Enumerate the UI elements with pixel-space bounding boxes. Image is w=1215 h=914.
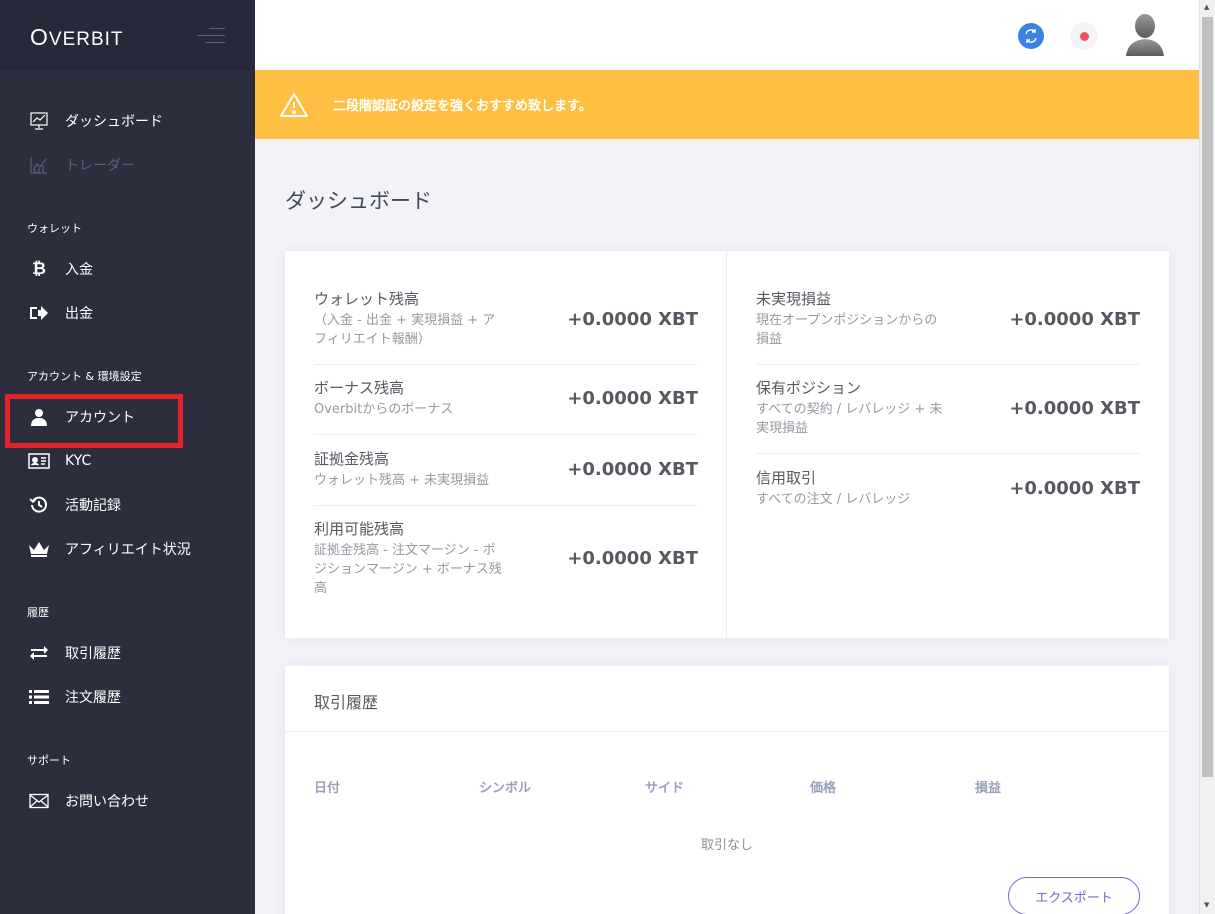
stat-available-balance: 利用可能残高 証拠金残高 - 注文マージン - ポジションマージン + ボーナス… bbox=[314, 518, 504, 598]
stat-wallet-balance: ウォレット残高 （入金 - 出金 + 実現損益 + アフィリエイト報酬） bbox=[314, 288, 504, 349]
stat-label: 信用取引 bbox=[756, 469, 817, 487]
stat-description: 現在オープンポジションからの損益 bbox=[756, 313, 938, 347]
sidebar-section-support: サポート bbox=[27, 754, 71, 767]
highlight-box bbox=[5, 394, 183, 448]
list-icon bbox=[28, 686, 50, 708]
sidebar-item-activity[interactable]: 活動記録 bbox=[0, 483, 255, 527]
stat-label: ウォレット残高 bbox=[314, 290, 420, 308]
warning-icon bbox=[280, 92, 308, 118]
sidebar-item-withdraw[interactable]: 出金 bbox=[0, 291, 255, 335]
stat-label: 証拠金残高 bbox=[314, 450, 390, 468]
stat-value: +0.0000 XBT bbox=[1009, 309, 1140, 330]
column-header-price[interactable]: 価格 bbox=[810, 777, 836, 796]
sidebar-section-history: 履歴 bbox=[27, 606, 49, 619]
sidebar-item-order-history[interactable]: 注文履歴 bbox=[0, 675, 255, 719]
envelope-icon bbox=[28, 790, 50, 812]
chart-board-icon bbox=[28, 110, 50, 132]
stat-value: +0.0000 XBT bbox=[567, 459, 698, 480]
sidebar-section-wallet: ウォレット bbox=[27, 222, 82, 235]
sidebar-item-label: トレーダー bbox=[65, 158, 135, 174]
stat-label: 未実現損益 bbox=[756, 290, 832, 308]
stat-description: Overbitからのボーナス bbox=[314, 402, 454, 417]
notification-button[interactable] bbox=[1070, 22, 1098, 50]
stat-description: 証拠金残高 - 注文マージン - ポジションマージン + ボーナス残高 bbox=[314, 543, 502, 596]
avatar[interactable] bbox=[1124, 12, 1166, 56]
two-factor-alert: 二段階認証の設定を強くおすすめ致します。 bbox=[255, 70, 1199, 139]
sidebar-item-label: アフィリエイト状況 bbox=[65, 542, 191, 558]
sidebar-item-affiliate[interactable]: アフィリエイト状況 bbox=[0, 527, 255, 571]
stat-value: +0.0000 XBT bbox=[567, 548, 698, 569]
alert-message: 二段階認証の設定を強くおすすめ致します。 bbox=[333, 99, 592, 114]
divider bbox=[314, 434, 697, 435]
stat-unrealized-pnl: 未実現損益 現在オープンポジションからの損益 bbox=[756, 288, 946, 349]
export-button[interactable]: エクスポート bbox=[1008, 877, 1140, 914]
sidebar-item-label: 入金 bbox=[65, 262, 93, 278]
stat-description: すべての注文 / レバレッジ bbox=[756, 492, 911, 507]
column-header-side[interactable]: サイド bbox=[645, 777, 684, 796]
sidebar-item-deposit[interactable]: ₿ 入金 bbox=[0, 247, 255, 291]
stat-bonus-balance: ボーナス残高 Overbitからのボーナス bbox=[314, 377, 504, 419]
stat-position: 保有ポジション すべての契約 / レバレッジ + 未実現損益 bbox=[756, 377, 946, 438]
stat-margin-balance: 証拠金残高 ウォレット残高 + 未実現損益 bbox=[314, 448, 504, 490]
divider bbox=[285, 731, 1169, 732]
scroll-down-icon[interactable]: ▼ bbox=[1204, 901, 1209, 909]
column-header-date[interactable]: 日付 bbox=[314, 777, 340, 796]
divider bbox=[314, 505, 697, 506]
stat-label: ボーナス残高 bbox=[314, 379, 405, 397]
logo[interactable]: OVERBIT bbox=[30, 24, 124, 51]
sidebar: OVERBIT ダッシュボード トレーダー ウォレット ₿ 入金 出金 アカウン… bbox=[0, 0, 255, 914]
sidebar-section-account: アカウント & 環境設定 bbox=[27, 370, 142, 383]
notification-dot-icon bbox=[1079, 31, 1089, 41]
empty-state: 取引なし bbox=[700, 838, 753, 853]
sidebar-item-dashboard[interactable]: ダッシュボード bbox=[0, 99, 255, 143]
stat-value: +0.0000 XBT bbox=[567, 309, 698, 330]
sidebar-item-trade-history[interactable]: 取引履歴 bbox=[0, 631, 255, 675]
exchange-icon bbox=[28, 642, 50, 664]
stat-value: +0.0000 XBT bbox=[1009, 398, 1140, 419]
trade-history-card: 取引履歴 日付 シンボル サイド 価格 損益 取引なし エクスポート bbox=[285, 666, 1169, 914]
stat-description: ウォレット残高 + 未実現損益 bbox=[314, 473, 490, 488]
column-header-pnl[interactable]: 損益 bbox=[975, 777, 1001, 796]
sidebar-item-label: ダッシュボード bbox=[65, 114, 163, 130]
menu-toggle-icon[interactable] bbox=[197, 26, 225, 46]
sign-out-icon bbox=[28, 302, 50, 324]
stat-label: 保有ポジション bbox=[756, 379, 862, 397]
divider bbox=[756, 364, 1140, 365]
bitcoin-icon: ₿ bbox=[32, 259, 46, 279]
scrollbar[interactable]: ▲ ▼ bbox=[1199, 0, 1215, 914]
sidebar-item-label: 取引履歴 bbox=[65, 646, 121, 662]
stat-description: （入金 - 出金 + 実現損益 + アフィリエイト報酬） bbox=[314, 313, 496, 347]
column-header-symbol[interactable]: シンボル bbox=[479, 777, 531, 796]
sidebar-item-label: お問い合わせ bbox=[65, 794, 149, 810]
stat-description: すべての契約 / レバレッジ + 未実現損益 bbox=[756, 402, 943, 436]
stat-label: 利用可能残高 bbox=[314, 520, 405, 538]
line-chart-icon bbox=[28, 154, 50, 176]
divider bbox=[756, 453, 1140, 454]
topbar bbox=[255, 0, 1199, 70]
column-divider bbox=[726, 251, 727, 638]
sidebar-item-label: 注文履歴 bbox=[65, 690, 121, 706]
sidebar-item-trader[interactable]: トレーダー bbox=[0, 143, 255, 187]
sync-icon[interactable] bbox=[1018, 23, 1044, 49]
sidebar-item-label: 出金 bbox=[65, 306, 93, 322]
divider bbox=[314, 364, 697, 365]
stat-value: +0.0000 XBT bbox=[1009, 478, 1140, 499]
balance-summary-card: ウォレット残高 （入金 - 出金 + 実現損益 + アフィリエイト報酬） +0.… bbox=[285, 251, 1169, 638]
stat-value: +0.0000 XBT bbox=[567, 388, 698, 409]
id-card-icon bbox=[28, 450, 50, 472]
scrollbar-thumb[interactable] bbox=[1202, 17, 1213, 777]
sidebar-item-contact[interactable]: お問い合わせ bbox=[0, 779, 255, 823]
stat-margin-trading: 信用取引 すべての注文 / レバレッジ bbox=[756, 467, 946, 509]
sidebar-header: OVERBIT bbox=[0, 0, 255, 70]
crown-icon bbox=[28, 538, 50, 560]
sidebar-item-label: 活動記録 bbox=[65, 498, 121, 514]
page-title: ダッシュボード bbox=[285, 189, 432, 213]
sidebar-item-label: KYC bbox=[65, 453, 92, 469]
trade-history-title: 取引履歴 bbox=[314, 693, 379, 712]
history-icon bbox=[28, 494, 50, 516]
scroll-up-icon[interactable]: ▲ bbox=[1204, 3, 1209, 11]
